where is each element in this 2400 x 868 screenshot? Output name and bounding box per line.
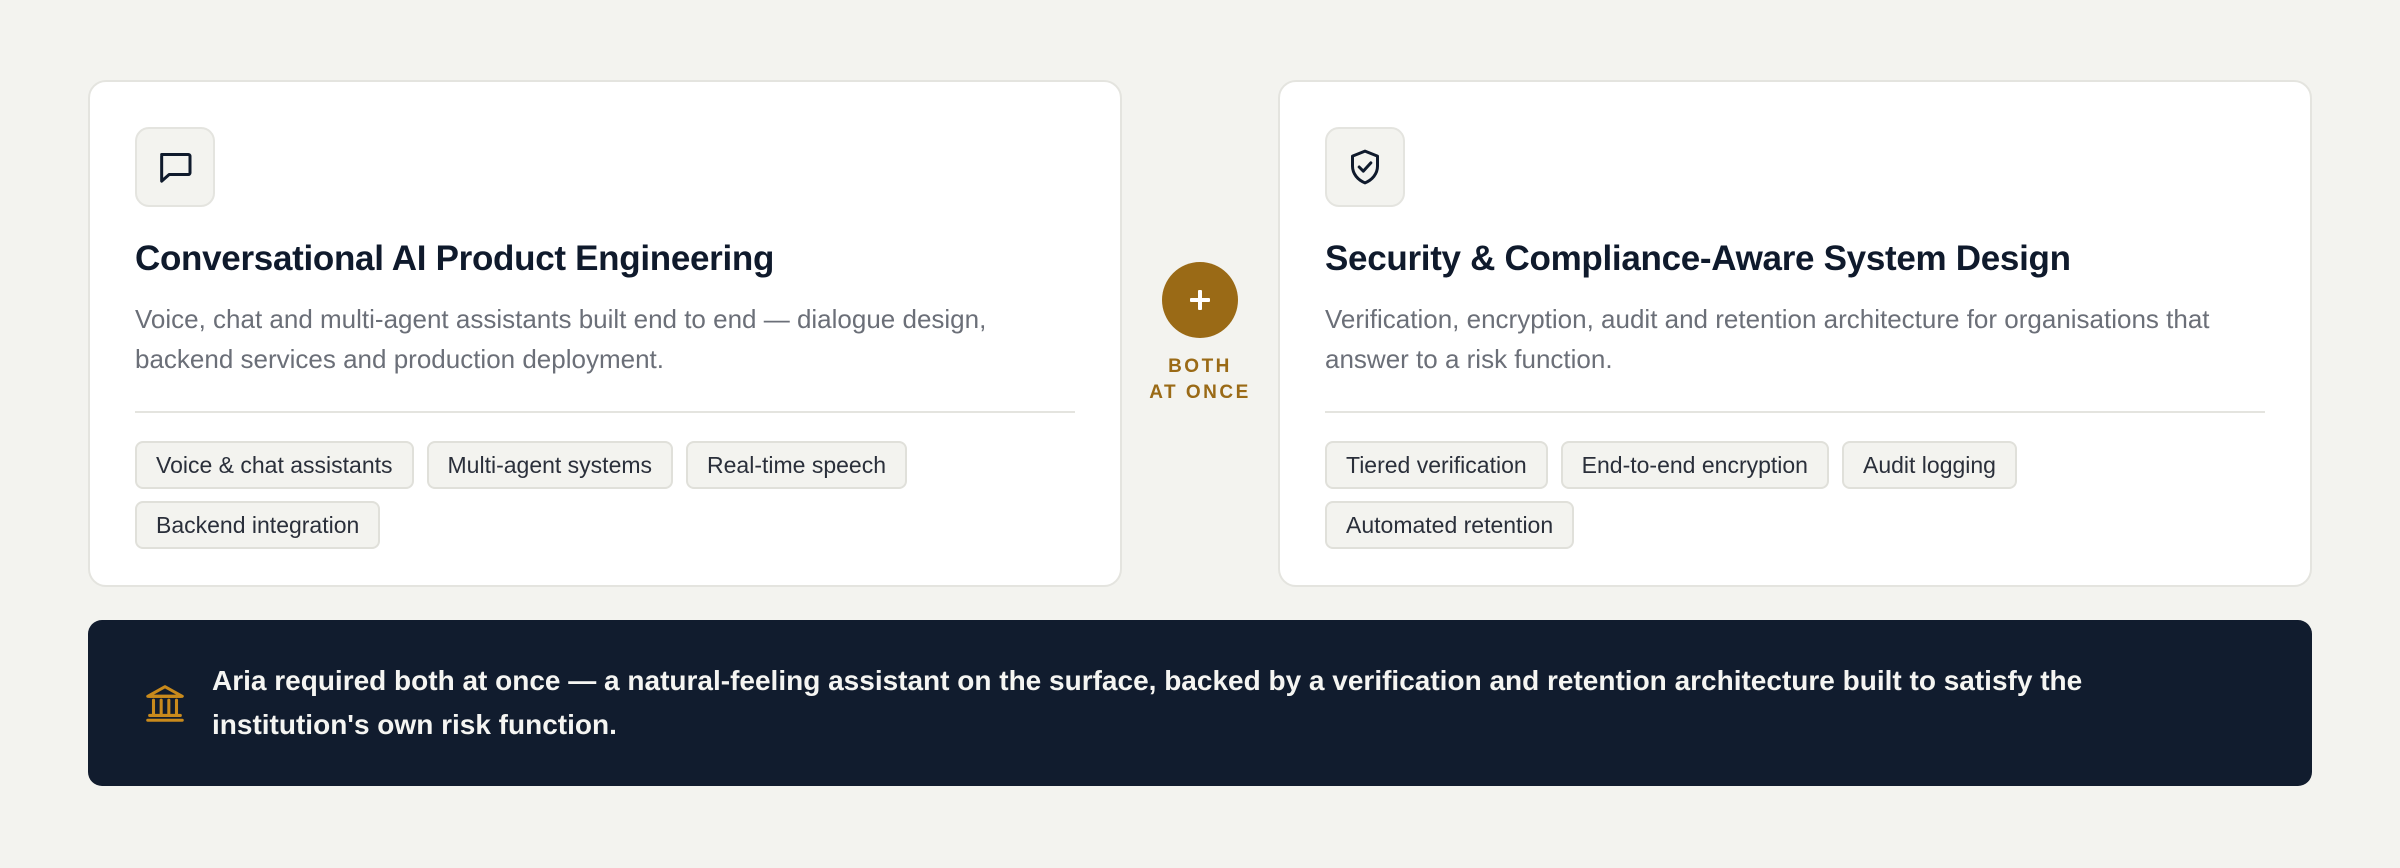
plus-icon <box>1162 262 1238 338</box>
divider <box>135 411 1075 413</box>
summary-banner: Aria required both at once — a natural-f… <box>88 620 2312 786</box>
tag: Backend integration <box>135 501 381 549</box>
security-compliance-card: Security & Compliance-Aware System Desig… <box>1278 80 2312 587</box>
card-title: Security & Compliance-Aware System Desig… <box>1325 239 2071 278</box>
conversational-ai-card: Conversational AI Product Engineering Vo… <box>88 80 1122 587</box>
tag: Automated retention <box>1325 501 1575 549</box>
tag: Audit logging <box>1841 441 2017 489</box>
tag: End-to-end encryption <box>1560 441 1829 489</box>
tag: Tiered verification <box>1325 441 1548 489</box>
tag-list: Tiered verification End-to-end encryptio… <box>1325 441 2265 549</box>
card-description: Voice, chat and multi-agent assistants b… <box>135 304 987 374</box>
tag: Multi-agent systems <box>426 441 674 489</box>
card-description: Verification, encryption, audit and rete… <box>1325 304 2210 374</box>
connector-label-line1: BOTH <box>1168 356 1232 377</box>
shield-check-icon <box>1325 127 1405 207</box>
connector-label-line2: AT ONCE <box>1149 382 1251 403</box>
tag: Voice & chat assistants <box>135 441 414 489</box>
divider <box>1325 411 2265 413</box>
connector-label: BOTH AT ONCE <box>1149 354 1251 406</box>
tag: Real-time speech <box>686 441 907 489</box>
card-title: Conversational AI Product Engineering <box>135 239 775 278</box>
both-at-once-connector: BOTH AT ONCE <box>1122 262 1278 406</box>
banner-text: Aria required both at once — a natural-f… <box>212 665 2083 740</box>
chat-bubble-icon <box>135 127 215 207</box>
institution-icon <box>142 680 188 726</box>
tag-list: Voice & chat assistants Multi-agent syst… <box>135 441 1075 549</box>
